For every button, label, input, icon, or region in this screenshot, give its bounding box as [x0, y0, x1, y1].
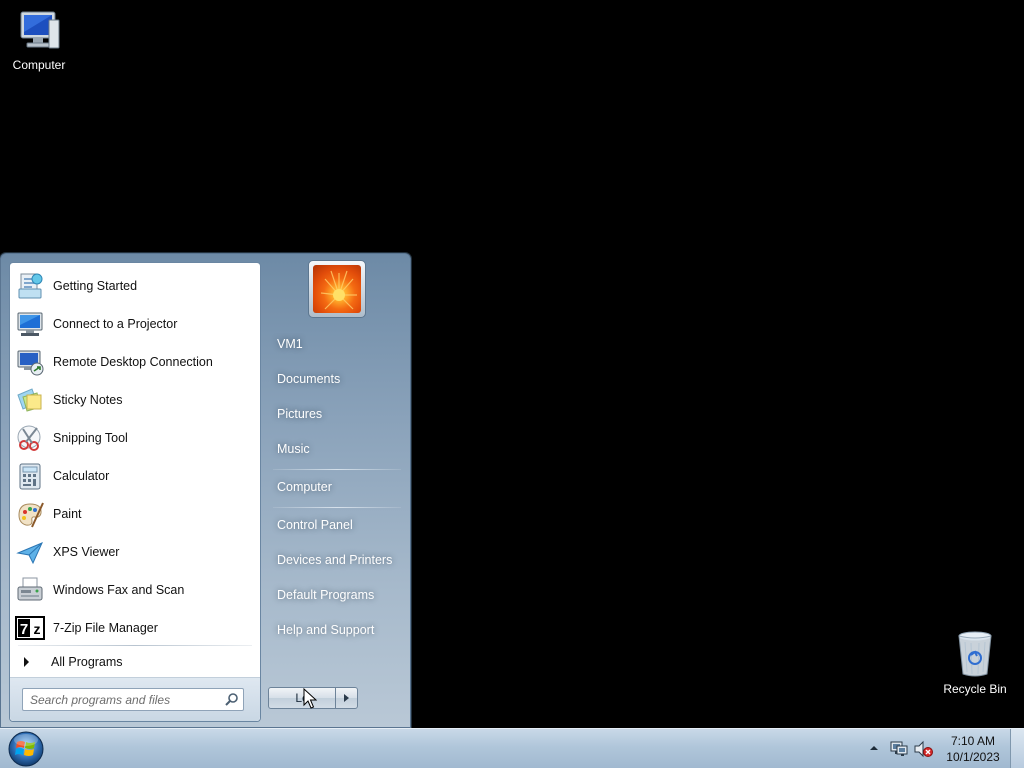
show-desktop-button[interactable] [1010, 729, 1024, 768]
all-programs-label: All Programs [51, 655, 123, 669]
places-item-documents[interactable]: Documents [269, 364, 405, 394]
program-label: Getting Started [53, 279, 138, 293]
program-label: Snipping Tool [53, 431, 128, 445]
places-item-label: VM1 [277, 337, 303, 351]
places-item-help-and-support[interactable]: Help and Support [269, 615, 405, 645]
places-divider [273, 469, 401, 470]
xps-viewer-icon [14, 536, 46, 568]
program-label: Calculator [53, 469, 110, 483]
user-picture[interactable] [308, 260, 366, 318]
taskbar: 7:10 AM 10/1/2023 [0, 728, 1024, 768]
places-item-pictures[interactable]: Pictures [269, 399, 405, 429]
search-area [10, 677, 260, 721]
program-label: 7-Zip File Manager [53, 621, 158, 635]
program-label: Paint [53, 507, 82, 521]
search-box[interactable] [22, 688, 244, 711]
program-label: XPS Viewer [53, 545, 120, 559]
system-clock[interactable]: 7:10 AM 10/1/2023 [940, 733, 1006, 765]
remote-desktop-icon [14, 346, 46, 378]
program-label: Remote Desktop Connection [53, 355, 213, 369]
network-icon[interactable] [889, 740, 909, 758]
program-sticky-notes[interactable]: Sticky Notes [10, 381, 260, 419]
program-snipping-tool[interactable]: Snipping Tool [10, 419, 260, 457]
program-fax-and-scan[interactable]: Windows Fax and Scan [10, 571, 260, 609]
volume-muted-icon[interactable] [913, 740, 933, 758]
places-item-label: Computer [277, 480, 332, 494]
desktop-icon-recycle-bin[interactable]: Recycle Bin [937, 630, 1013, 696]
computer-icon [20, 11, 60, 49]
places-item-label: Help and Support [277, 623, 375, 637]
search-input[interactable] [23, 689, 219, 710]
program-calculator[interactable]: Calculator [10, 457, 260, 495]
places-divider [273, 507, 401, 508]
svg-text:z: z [34, 621, 41, 637]
programs-divider [18, 645, 252, 646]
recycle-bin-icon [958, 631, 992, 677]
shutdown-options-button[interactable] [335, 687, 358, 709]
svg-text:7: 7 [20, 621, 28, 638]
places-item-devices-and-printers[interactable]: Devices and Printers [269, 545, 405, 575]
program-paint[interactable]: Paint [10, 495, 260, 533]
desktop-icon-label: Recycle Bin [943, 682, 1007, 696]
places-item-computer[interactable]: Computer [269, 472, 405, 502]
calculator-icon [14, 460, 46, 492]
places-item-label: Devices and Printers [277, 553, 393, 567]
chevron-right-icon [24, 657, 29, 667]
scissors-icon [14, 422, 46, 454]
places-item-default-programs[interactable]: Default Programs [269, 580, 405, 610]
desktop-icon-computer[interactable]: Computer [1, 8, 77, 72]
program-getting-started[interactable]: Getting Started [10, 267, 260, 305]
projector-icon [14, 308, 46, 340]
start-menu-programs-pane: Getting Started Connect to a Projector R… [9, 262, 261, 722]
program-xps-viewer[interactable]: XPS Viewer [10, 533, 260, 571]
program-label: Sticky Notes [53, 393, 123, 407]
program-connect-to-projector[interactable]: Connect to a Projector [10, 305, 260, 343]
places-item-label: Default Programs [277, 588, 375, 602]
all-programs-button[interactable]: All Programs [10, 649, 260, 675]
places-item-control-panel[interactable]: Control Panel [269, 510, 405, 540]
search-icon[interactable] [224, 692, 239, 707]
chevron-right-icon [344, 694, 349, 702]
places-item-music[interactable]: Music [269, 434, 405, 464]
start-menu: Getting Started Connect to a Projector R… [0, 253, 411, 728]
places-item-label: Control Panel [277, 518, 353, 532]
mouse-cursor-icon [303, 688, 317, 709]
program-label: Connect to a Projector [53, 317, 178, 331]
program-label: Windows Fax and Scan [53, 583, 185, 597]
clock-date: 10/1/2023 [946, 750, 1000, 764]
places-item-label: Pictures [277, 407, 323, 421]
program-remote-desktop[interactable]: Remote Desktop Connection [10, 343, 260, 381]
getting-started-icon [14, 270, 46, 302]
places-item-label: Documents [277, 372, 341, 386]
places-item-label: Music [277, 442, 310, 456]
pinned-programs-list: Getting Started Connect to a Projector R… [10, 267, 260, 647]
show-hidden-icons-chevron[interactable] [869, 744, 879, 752]
desktop-icon-label: Computer [12, 58, 66, 72]
log-off-button[interactable]: Lo [268, 687, 336, 709]
7zip-icon: 7 z [14, 612, 46, 644]
flower-picture [313, 265, 361, 313]
clock-time: 7:10 AM [950, 734, 996, 748]
windows-logo-icon [8, 731, 44, 767]
program-7zip[interactable]: 7 z 7-Zip File Manager [10, 609, 260, 647]
sticky-notes-icon [14, 384, 46, 416]
fax-icon [14, 574, 46, 606]
paint-palette-icon [14, 498, 46, 530]
start-button[interactable] [6, 730, 46, 768]
places-item-user-folder[interactable]: VM1 [269, 329, 405, 359]
